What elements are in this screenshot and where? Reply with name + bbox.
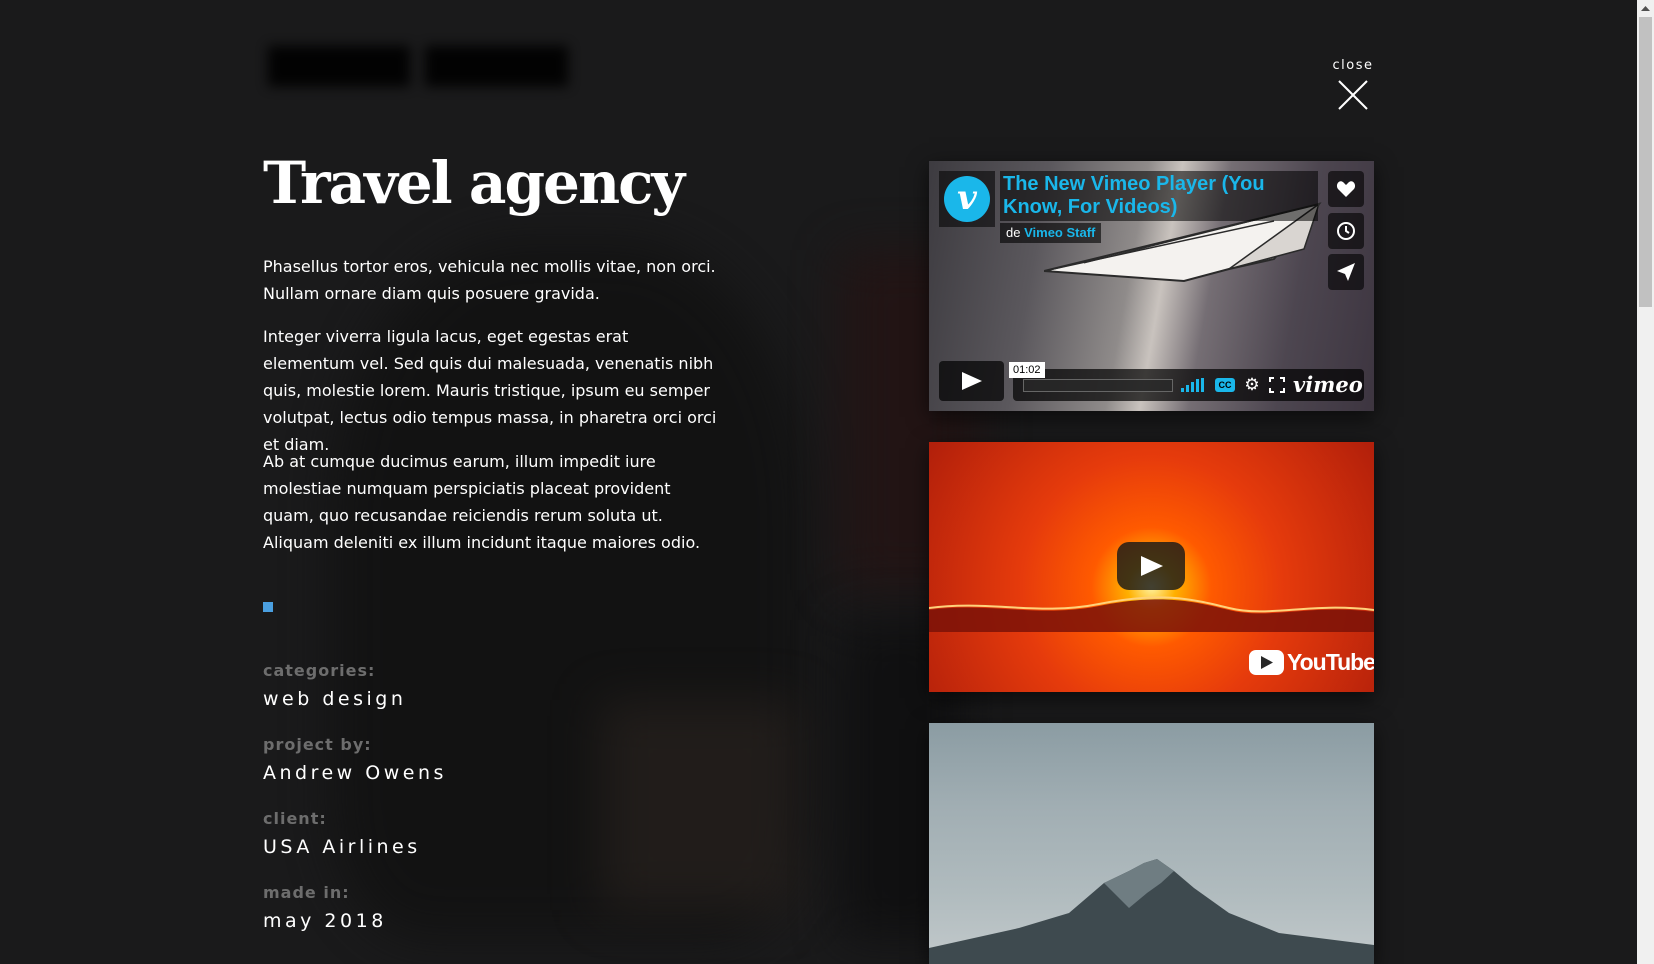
- accent-square: [263, 602, 273, 612]
- project-by-label: project by:: [263, 735, 372, 754]
- scrollbar-thumb[interactable]: [1639, 17, 1652, 307]
- vimeo-progress-bar[interactable]: 01:02: [1009, 362, 1173, 392]
- vimeo-logo-button[interactable]: v: [939, 171, 995, 227]
- project-title: Travel agency: [263, 149, 685, 217]
- youtube-icon: [1249, 650, 1284, 675]
- categories-value: web design: [263, 688, 407, 710]
- close-icon: [1338, 80, 1368, 110]
- vimeo-watch-later-button[interactable]: [1328, 213, 1364, 249]
- description-paragraph: Phasellus tortor eros, vehicula nec moll…: [263, 257, 716, 303]
- youtube-logo[interactable]: YouTube: [1249, 649, 1374, 675]
- vimeo-video-title: The New Vimeo Player (You Know, For Vide…: [1003, 173, 1265, 218]
- description-paragraph: Integer viverra ligula lacus, eget egest…: [263, 327, 717, 454]
- categories-label: categories:: [263, 661, 376, 680]
- made-in-value: may 2018: [263, 910, 387, 932]
- vimeo-v-icon: v: [944, 176, 990, 222]
- heart-icon: [1336, 181, 1356, 197]
- youtube-play-button[interactable]: [1117, 542, 1185, 590]
- vimeo-like-button[interactable]: [1328, 171, 1364, 207]
- scroll-up-icon[interactable]: [1637, 0, 1654, 17]
- sunset-horizon: [929, 596, 1374, 632]
- clock-icon: [1337, 222, 1355, 240]
- made-in-label: made in:: [263, 883, 350, 902]
- background-blur: [600, 700, 800, 910]
- paper-plane-icon: [1337, 263, 1355, 281]
- description-paragraph: Ab at cumque ducimus earum, illum impedi…: [263, 452, 701, 552]
- vimeo-share-button[interactable]: [1328, 254, 1364, 290]
- vimeo-author-link[interactable]: Vimeo Staff: [1024, 225, 1095, 240]
- vimeo-play-button[interactable]: [939, 361, 1004, 401]
- play-icon: [962, 372, 982, 390]
- mountain-illustration: [929, 859, 1374, 964]
- youtube-wordmark: YouTube: [1287, 649, 1374, 675]
- project-by-value: Andrew Owens: [263, 762, 447, 784]
- play-icon: [1141, 556, 1163, 576]
- close-button[interactable]: close: [1325, 55, 1385, 115]
- captions-button[interactable]: CC: [1215, 378, 1235, 392]
- volume-icon[interactable]: [1181, 378, 1205, 392]
- close-label: close: [1332, 58, 1374, 73]
- vimeo-brand-link[interactable]: vimeo: [1293, 372, 1363, 398]
- fullscreen-icon[interactable]: [1269, 377, 1285, 393]
- vimeo-time-tooltip: 01:02: [1009, 362, 1045, 378]
- vimeo-byline: de Vimeo Staff: [1000, 223, 1102, 243]
- site-logo-blurred: ▆▆▆▆ ▆▆▆▆▆: [268, 32, 568, 86]
- vimeo-by-prefix: de: [1006, 225, 1021, 240]
- vimeo-player[interactable]: v The New Vimeo Player (You Know, For Vi…: [929, 161, 1374, 411]
- gear-icon[interactable]: ⚙: [1243, 375, 1261, 395]
- vimeo-title-box[interactable]: The New Vimeo Player (You Know, For Vide…: [1000, 171, 1318, 221]
- youtube-player[interactable]: YouTube: [929, 442, 1374, 692]
- client-label: client:: [263, 809, 327, 828]
- client-value: USA Airlines: [263, 836, 421, 858]
- gallery-image: [929, 723, 1374, 964]
- page-scrollbar[interactable]: [1637, 0, 1654, 964]
- vimeo-control-bar: 01:02 CC ⚙ vimeo: [1009, 362, 1364, 401]
